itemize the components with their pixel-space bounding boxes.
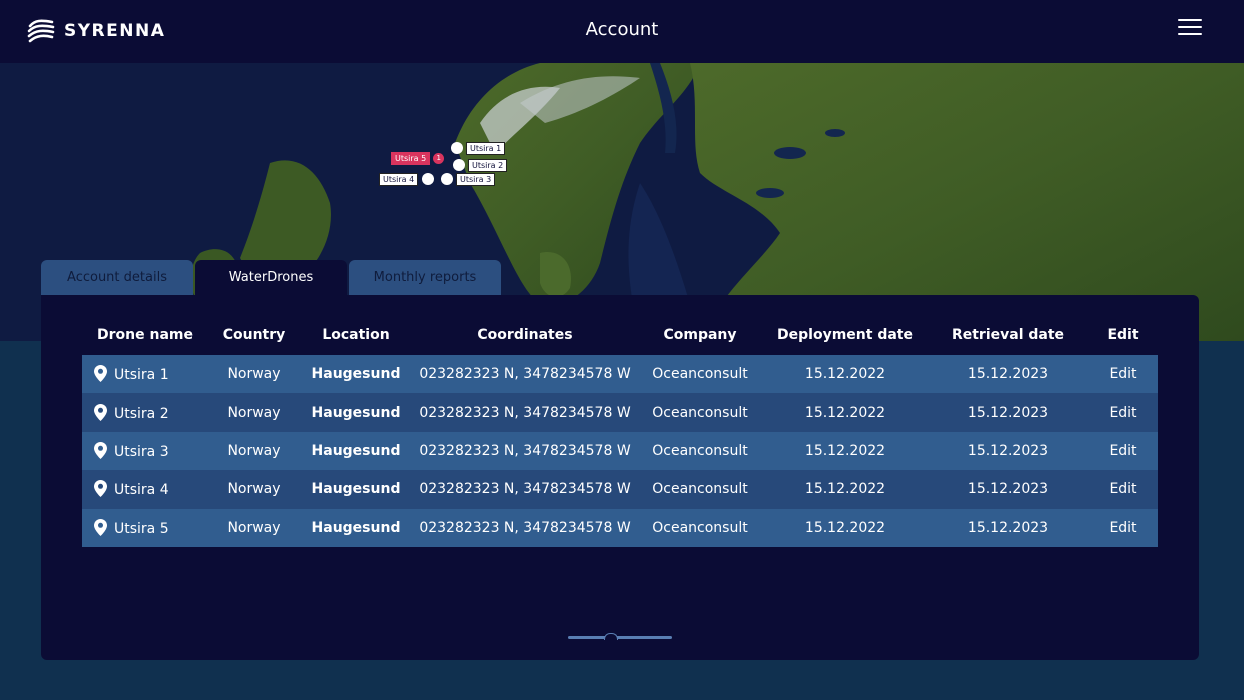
tab-waterdrones[interactable]: WaterDrones [195,260,347,295]
deployment-date-cell: 15.12.2022 [762,393,928,432]
map-marker[interactable]: Utsira 2 [453,158,508,172]
column-header: Drone name [97,327,193,343]
retrieval-date-cell: 15.12.2023 [928,393,1088,432]
hamburger-menu-icon[interactable] [1178,19,1202,37]
drone-name: Utsira 2 [114,405,169,422]
map-marker[interactable]: Utsira 3 [441,172,496,186]
map-pin-icon [94,480,107,498]
marker-label: Utsira 3 [456,172,496,186]
edit-link[interactable]: Edit [1088,393,1158,432]
table-row[interactable]: Utsira 5 Norway Haugesund 023282323 N, 3… [82,508,1158,547]
tab-bar: Account details WaterDrones Monthly repo… [41,260,503,295]
deployment-date-cell: 15.12.2022 [762,431,928,471]
location-cell: Haugesund [300,393,412,432]
retrieval-date-cell: 15.12.2023 [928,470,1088,509]
edit-link[interactable]: Edit [1088,431,1158,471]
coordinates-cell: 023282323 N, 3478234578 W [412,355,638,394]
marker-label: Utsira 2 [468,158,508,172]
drone-name-cell: Utsira 3 [82,431,208,471]
edit-link[interactable]: Edit [1088,470,1158,509]
country-cell: Norway [208,508,300,547]
column-header: Coordinates [477,327,573,343]
location-cell: Haugesund [300,508,412,547]
marker-label: Utsira 5 [391,151,431,165]
map-pin-icon [94,365,107,383]
map-pin-icon [94,441,107,459]
drones-table: Drone name Country Location Coordinates … [82,315,1158,547]
edit-link[interactable]: Edit [1088,355,1158,394]
deployment-date-cell: 15.12.2022 [762,470,928,509]
column-header: Edit [1107,327,1139,343]
column-header: Company [663,327,737,343]
table-row[interactable]: Utsira 2 Norway Haugesund 023282323 N, 3… [82,393,1158,432]
map-pin-icon [94,518,107,536]
retrieval-date-cell: 15.12.2023 [928,355,1088,394]
coordinates-cell: 023282323 N, 3478234578 W [412,470,638,509]
map-marker[interactable]: Utsira 4 [379,172,435,186]
coordinates-cell: 023282323 N, 3478234578 W [412,508,638,547]
coordinates-cell: 023282323 N, 3478234578 W [412,431,638,471]
table-header-row: Drone name Country Location Coordinates … [82,315,1158,355]
column-header: Location [322,327,390,343]
country-cell: Norway [208,393,300,432]
deployment-date-cell: 15.12.2022 [762,355,928,394]
country-cell: Norway [208,470,300,509]
company-cell: Oceanconsult [638,355,762,394]
retrieval-date-cell: 15.12.2023 [928,431,1088,471]
marker-dot [453,159,465,171]
company-cell: Oceanconsult [638,393,762,432]
coordinates-cell: 023282323 N, 3478234578 W [412,393,638,432]
country-cell: Norway [208,431,300,471]
drone-name-cell: Utsira 2 [82,393,208,432]
waterdrones-panel: Drone name Country Location Coordinates … [41,295,1199,660]
edit-link[interactable]: Edit [1088,508,1158,547]
page-title: Account [585,19,659,40]
company-cell: Oceanconsult [638,431,762,471]
horizontal-scrollbar[interactable] [568,633,672,640]
company-cell: Oceanconsult [638,470,762,509]
drone-name: Utsira 1 [114,367,169,384]
tab-monthly-reports[interactable]: Monthly reports [349,260,501,295]
column-header: Retrieval date [951,327,1065,343]
company-cell: Oceanconsult [638,508,762,547]
drone-name-cell: Utsira 4 [82,470,208,509]
country-cell: Norway [208,355,300,394]
column-header: Country [222,327,286,343]
drone-name: Utsira 5 [114,520,169,537]
deployment-date-cell: 15.12.2022 [762,508,928,547]
marker-label: Utsira 4 [379,172,419,186]
marker-dot [441,173,453,185]
map-pin-icon [94,403,107,421]
location-cell: Haugesund [300,355,412,394]
drone-name: Utsira 3 [114,443,169,460]
marker-dot [422,173,435,185]
drone-name-cell: Utsira 5 [82,508,208,547]
alert-count-badge: 1 [433,152,445,164]
table-row[interactable]: Utsira 1 Norway Haugesund 023282323 N, 3… [82,355,1158,394]
drone-name-cell: Utsira 1 [82,355,208,394]
scrollbar-handle[interactable] [604,633,618,640]
marker-label: Utsira 1 [466,141,506,155]
map-marker-alert[interactable]: Utsira 5 1 [391,151,445,165]
top-bar: SYRENNA Account [0,0,1244,63]
column-header: Deployment date [777,327,913,343]
table-row[interactable]: Utsira 4 Norway Haugesund 023282323 N, 3… [82,470,1158,509]
marker-dot [451,142,463,154]
retrieval-date-cell: 15.12.2023 [928,508,1088,547]
drone-name: Utsira 4 [114,482,169,499]
tab-account-details[interactable]: Account details [41,260,193,295]
location-cell: Haugesund [300,470,412,509]
location-cell: Haugesund [300,431,412,471]
map-marker[interactable]: Utsira 1 [451,141,506,155]
table-row[interactable]: Utsira 3 Norway Haugesund 023282323 N, 3… [82,431,1158,471]
